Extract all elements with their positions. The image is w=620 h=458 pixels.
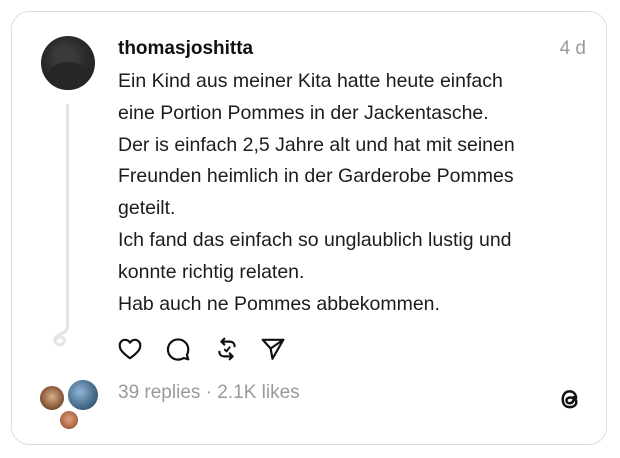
post-text-line: Ein Kind aus meiner Kita hatte heute ein… <box>118 70 503 92</box>
author-avatar[interactable] <box>41 36 95 90</box>
comment-icon[interactable] <box>165 336 191 362</box>
replier-avatar <box>58 409 80 431</box>
share-icon[interactable] <box>260 336 286 362</box>
post-text-line: konnte richtig relaten. <box>118 260 305 283</box>
likes-count-link[interactable]: 2.1K likes <box>217 382 299 403</box>
thread-loop-icon <box>53 325 69 347</box>
post-text: Ein Kind aus meiner Kita hatte heute ein… <box>118 66 588 320</box>
post-time: 4 d <box>559 38 586 59</box>
repost-icon[interactable] <box>214 336 240 362</box>
post-text-line: Ich fand das einfach so unglaublich lust… <box>118 228 512 251</box>
post-text-line: geteilt. <box>118 197 176 220</box>
thread-line <box>66 104 69 329</box>
post-username[interactable]: thomasjoshitta <box>118 38 253 60</box>
replier-avatars[interactable] <box>38 378 100 431</box>
post-text-line: eine Portion Pommes in der Jackentasche. <box>118 101 489 124</box>
heart-icon[interactable] <box>117 336 143 362</box>
post-stats: 39 replies · 2.1K likes <box>118 382 300 404</box>
threads-logo-icon[interactable] <box>557 386 583 412</box>
post-text-line: Freunden heimlich in der Garderobe Pomme… <box>118 165 514 188</box>
replier-avatar <box>66 378 100 412</box>
replies-count-link[interactable]: 39 replies <box>118 382 200 403</box>
post-text-line: Der is einfach 2,5 Jahre alt und hat mit… <box>118 133 515 156</box>
replier-avatar <box>38 384 66 412</box>
stats-separator: · <box>205 382 212 403</box>
post-text-line: Hab auch ne Pommes abbekommen. <box>118 292 440 315</box>
